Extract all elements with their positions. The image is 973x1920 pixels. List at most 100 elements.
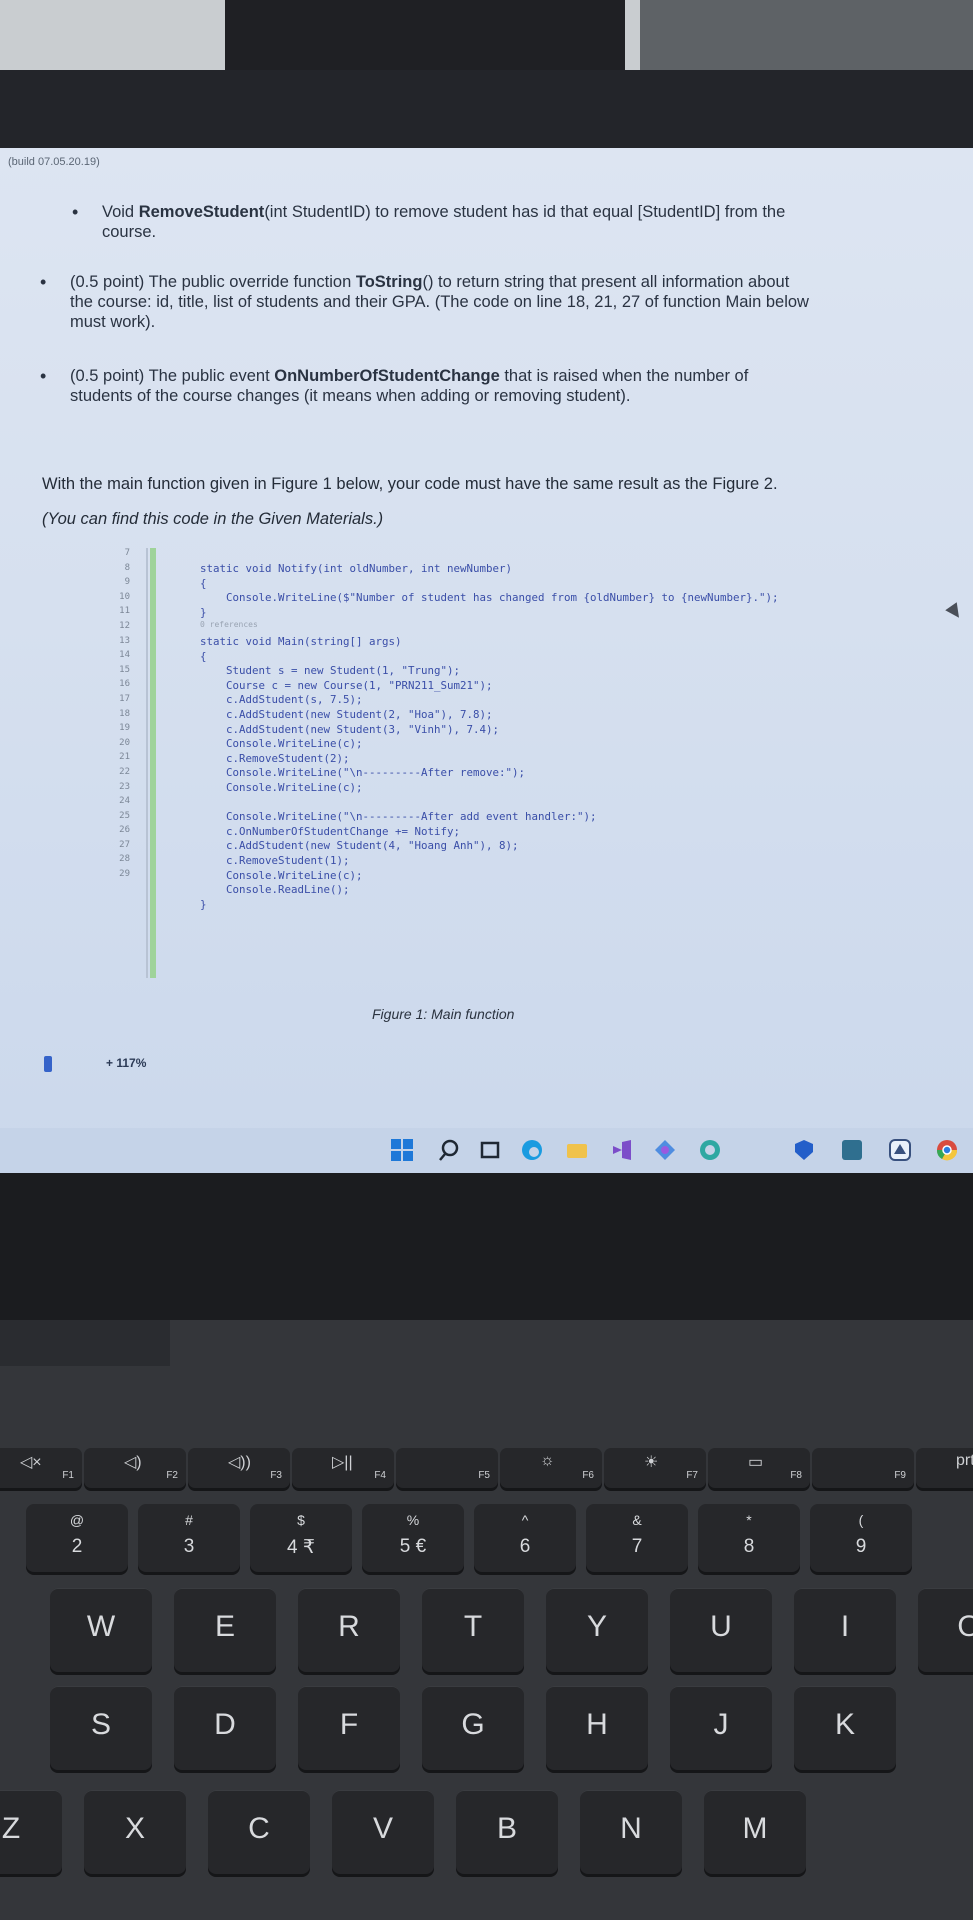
function-key[interactable]: ◁)) F3 <box>188 1448 290 1488</box>
key-label: G <box>461 1708 485 1741</box>
letter-key[interactable]: T <box>422 1588 524 1672</box>
line-number: 15 <box>119 664 130 675</box>
bullet-remove-student: • Void RemoveStudent(int StudentID) to r… <box>72 202 786 242</box>
function-key[interactable]: F9 <box>812 1448 914 1488</box>
line-number: 12 <box>119 620 130 631</box>
number-key[interactable]: % 5 € <box>362 1504 464 1572</box>
line-number: 10 <box>119 591 130 602</box>
line-number: 8 <box>124 562 130 573</box>
function-key-icon: ☼ <box>540 1452 555 1469</box>
number-key[interactable]: $4 ₹ <box>250 1504 352 1572</box>
change-marker <box>150 548 156 978</box>
letter-key[interactable]: F <box>298 1686 400 1770</box>
letter-key[interactable]: N <box>580 1790 682 1874</box>
code-line: Console.WriteLine(c); <box>200 781 363 794</box>
letter-key[interactable]: Z <box>0 1790 62 1874</box>
number-key[interactable]: & 7 <box>586 1504 688 1572</box>
letter-key[interactable]: X <box>84 1790 186 1874</box>
function-key[interactable]: F5 <box>396 1448 498 1488</box>
key-label: 7 <box>631 1536 643 1557</box>
letter-key[interactable]: H <box>546 1686 648 1770</box>
letter-key[interactable]: Y <box>546 1588 648 1672</box>
zoom-level[interactable]: + 117% <box>106 1056 146 1070</box>
bullet-dot: • <box>40 366 47 386</box>
bullet-bold: ToString <box>355 273 423 291</box>
bullet-bold: OnNumberOfStudentChange <box>274 367 500 385</box>
number-key[interactable]: (9 <box>810 1504 912 1572</box>
code-line: Student s = new Student(1, "Trung"); <box>200 664 461 678</box>
letter-key[interactable]: C <box>208 1790 310 1874</box>
key-label: Y <box>586 1610 607 1643</box>
bullet-dot: • <box>40 272 47 292</box>
letter-key[interactable]: O <box>918 1588 973 1672</box>
number-key[interactable]: * 8 <box>698 1504 800 1572</box>
shield-icon[interactable] <box>792 1138 816 1162</box>
letter-key[interactable]: E <box>174 1588 276 1672</box>
letter-key[interactable]: B <box>456 1790 558 1874</box>
letter-key[interactable]: K <box>794 1686 896 1770</box>
background-object <box>225 0 625 72</box>
letter-key[interactable]: G <box>422 1686 524 1770</box>
app-icon[interactable] <box>653 1138 677 1162</box>
code-line: c.AddStudent(new Student(2, "Hoa"), 7.8)… <box>200 708 493 721</box>
bullet-text: (int StudentID) to remove student has id… <box>264 203 786 221</box>
key-label: O <box>957 1610 973 1643</box>
folder-icon[interactable] <box>565 1138 589 1162</box>
line-number: 9 <box>124 577 130 588</box>
code-line: Console.WriteLine(c); <box>200 868 363 882</box>
key-label: V <box>372 1812 393 1845</box>
instruction-text: With the main function given in Figure 1… <box>42 475 778 493</box>
letter-key[interactable]: U <box>670 1588 772 1672</box>
chrome-icon[interactable] <box>935 1138 959 1162</box>
visual-studio-icon[interactable] <box>610 1138 634 1162</box>
background-object <box>640 0 973 72</box>
app-icon[interactable] <box>840 1138 864 1162</box>
function-key[interactable]: ◁) F2 <box>84 1448 186 1488</box>
windows-start-icon[interactable] <box>390 1138 414 1162</box>
number-key[interactable]: @2 <box>26 1504 128 1572</box>
code-line: Course c = new Course(1, "PRN211_Sum21")… <box>200 678 493 692</box>
edge-icon[interactable] <box>520 1138 544 1162</box>
letter-key[interactable]: R <box>298 1588 400 1672</box>
key-label: 3 <box>183 1536 195 1557</box>
app-icon[interactable] <box>698 1138 722 1162</box>
number-key[interactable]: ^ 6 <box>474 1504 576 1572</box>
key-shift-label: ( <box>858 1512 864 1528</box>
line-number: 29 <box>119 869 130 880</box>
key-shift-label: @ <box>69 1512 85 1528</box>
line-number: 22 <box>119 766 130 777</box>
search-icon[interactable] <box>437 1138 461 1162</box>
task-view-icon[interactable] <box>478 1138 502 1162</box>
letter-key[interactable]: S <box>50 1686 152 1770</box>
letter-key[interactable]: D <box>174 1686 276 1770</box>
letter-key[interactable]: I <box>794 1588 896 1672</box>
code-line: static void Notify(int oldNumber, int ne… <box>200 562 513 575</box>
laptop-screen: (build 07.05.20.19) • Void RemoveStudent… <box>0 148 973 1173</box>
laptop-top-bezel <box>0 70 973 150</box>
bullet-text: course. <box>102 223 157 241</box>
bullet-text: (0.5 point) The public event <box>70 367 275 385</box>
key-label: U <box>710 1610 732 1643</box>
bullet-text: that is raised when the number of <box>499 367 749 385</box>
number-key[interactable]: #3 <box>138 1504 240 1572</box>
key-label: E <box>214 1610 235 1643</box>
function-key[interactable]: ☼ F6 <box>500 1448 602 1488</box>
letter-key[interactable]: W <box>50 1588 152 1672</box>
function-key[interactable]: ▭ F8 <box>708 1448 810 1488</box>
function-key[interactable]: prt scF10 <box>916 1448 973 1488</box>
letter-key[interactable]: J <box>670 1686 772 1770</box>
key-label: F <box>339 1708 359 1741</box>
line-number: 20 <box>119 737 130 748</box>
app-icon[interactable] <box>888 1138 912 1162</box>
letter-key[interactable]: V <box>332 1790 434 1874</box>
mouse-cursor-icon <box>945 602 965 622</box>
code-figure: 7 8 9 10 11 12 13 14 15 16 17 18 19 20 21 22 23 24 25 26 27 2… <box>90 548 880 988</box>
key-shift-label: ^ <box>521 1512 529 1528</box>
function-key[interactable]: ☀ F7 <box>604 1448 706 1488</box>
letter-key[interactable]: M <box>704 1790 806 1874</box>
function-key[interactable]: ◁× F1 <box>0 1448 82 1488</box>
function-key[interactable]: ▷|| F4 <box>292 1448 394 1488</box>
code-line: Console.WriteLine("\n---------After remo… <box>200 766 526 780</box>
function-key-label: F2 <box>166 1470 178 1481</box>
key-label: K <box>834 1708 855 1741</box>
